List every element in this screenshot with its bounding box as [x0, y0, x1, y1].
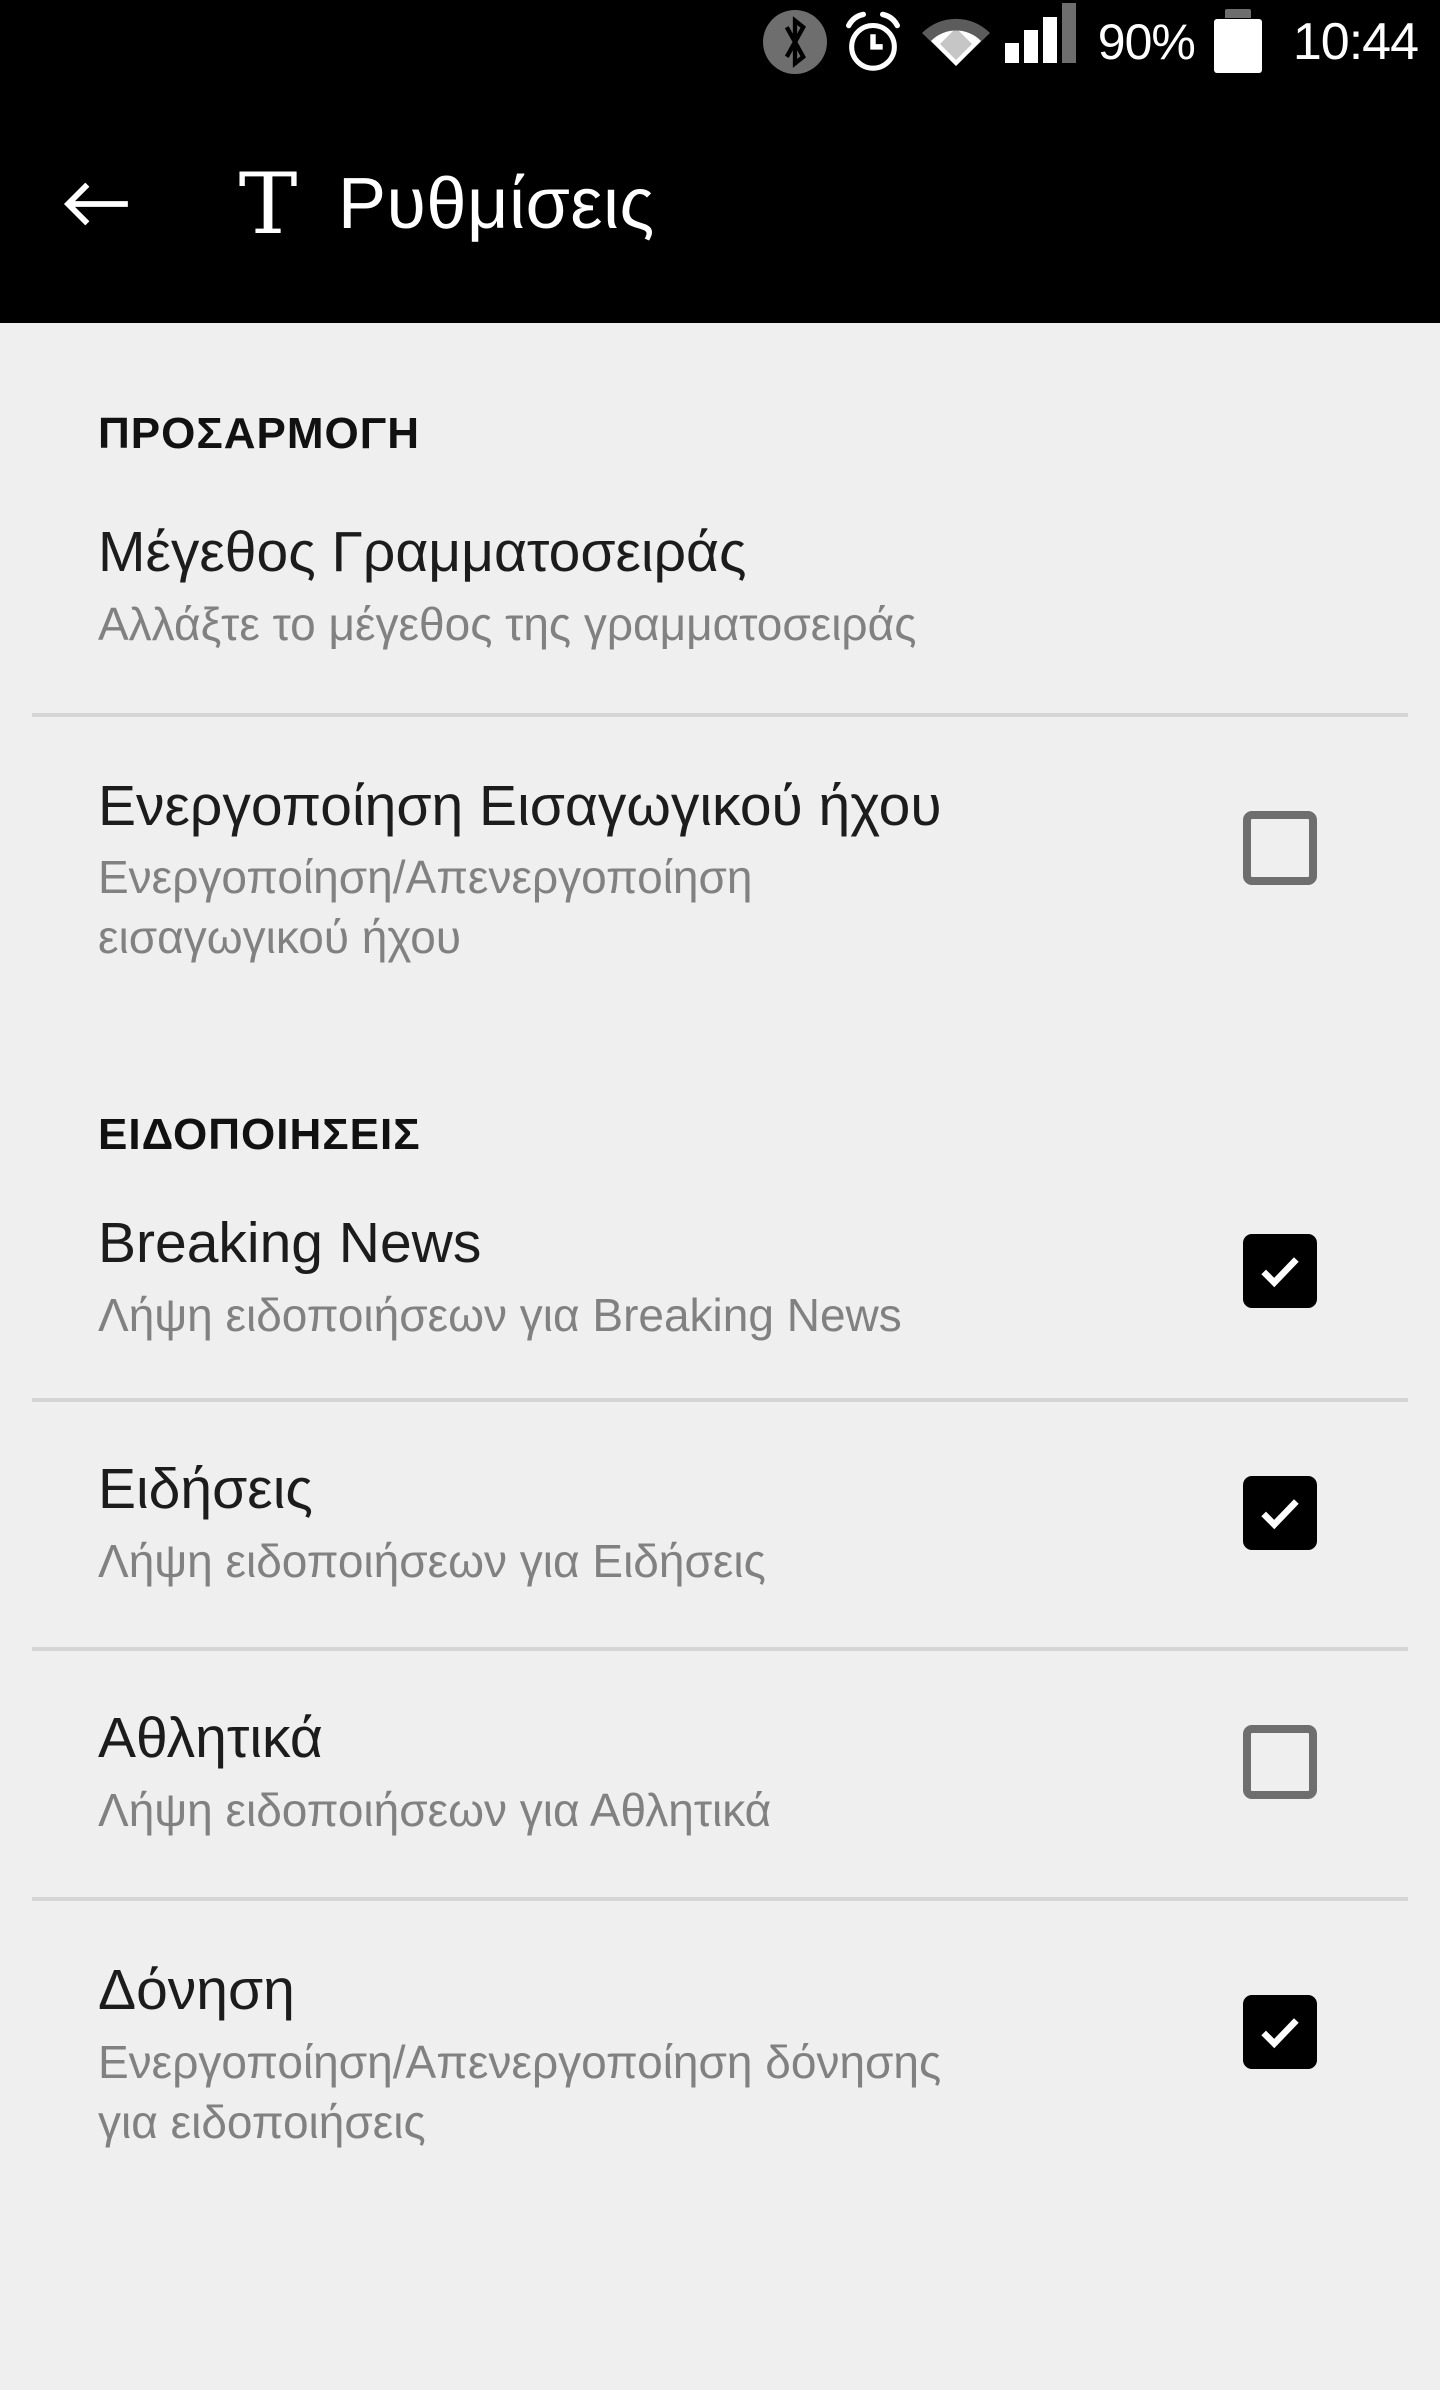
list-divider	[32, 712, 1408, 717]
battery-icon	[1205, 5, 1271, 79]
checkbox-slot	[1180, 1212, 1380, 1309]
battery-percent-label: 90%	[1097, 14, 1196, 70]
checkbox-slot	[1180, 775, 1380, 885]
checkbox-slot	[1180, 1959, 1380, 2069]
setting-subtitle: Αλλάξτε το μέγεθος της γραμματοσειράς	[98, 597, 917, 650]
app-logo: T	[238, 154, 298, 253]
status-bar-clock: 10:44	[1292, 13, 1419, 71]
checkbox-sports[interactable]	[1243, 1725, 1317, 1800]
setting-title: Μέγεθος Γραμματοσειράς	[98, 520, 747, 584]
setting-subtitle-line1: Ενεργοποίηση/Απενεργοποίηση δόνησης	[98, 2035, 942, 2088]
page-title: Ρυθμίσεις	[338, 163, 655, 244]
checkbox-slot	[1180, 1707, 1380, 1800]
status-bar: 90% 10:44	[0, 0, 1440, 84]
back-arrow-icon[interactable]	[54, 161, 140, 247]
checkbox-vibration[interactable]	[1243, 1994, 1317, 2069]
setting-subtitle: Λήψη ειδοποιήσεων για Ειδήσεις	[98, 1534, 766, 1587]
settings-list: ΠΡΟΣΑΡΜΟΓΗ Μέγεθος Γραμματοσειράς Αλλάξτ…	[0, 323, 1440, 2390]
checkbox-slot	[1180, 1458, 1380, 1550]
wifi-icon	[914, 5, 998, 79]
setting-subtitle-line2: για ειδοποιήσεις	[98, 2095, 426, 2148]
checkbox-news[interactable]	[1243, 1475, 1317, 1550]
section-header-notifications: ΕΙΔΟΠΟΙΗΣΕΙΣ	[98, 1110, 421, 1160]
setting-subtitle: Λήψη ειδοποιήσεων για Αθλητικά	[98, 1784, 772, 1837]
cellular-signal-icon	[998, 3, 1084, 79]
setting-row-news[interactable]: Ειδήσεις Λήψη ειδοποιήσεων για Ειδήσεις	[0, 1456, 1440, 1648]
list-divider	[32, 1896, 1408, 1901]
list-divider	[32, 1397, 1408, 1402]
section-header-customization: ΠΡΟΣΑΡΜΟΓΗ	[98, 409, 420, 458]
checkbox-breaking-news[interactable]	[1243, 1234, 1317, 1309]
app-bar: T Ρυθμίσεις	[0, 84, 1440, 323]
setting-row-sports[interactable]: Αθλητικά Λήψη ειδοποιήσεων για Αθλητικά	[0, 1706, 1440, 1897]
bluetooth-icon	[758, 5, 832, 79]
setting-row-vibration[interactable]: Δόνηση Ενεργοποίηση/Απενεργοποίηση δόνησ…	[0, 1957, 1440, 2152]
setting-title: Ειδήσεις	[98, 1456, 313, 1521]
setting-row-intro-sound[interactable]: Ενεργοποίηση Εισαγωγικού ήχου Ενεργοποίη…	[0, 773, 1440, 1024]
setting-row-font-size[interactable]: Μέγεθος Γραμματοσειράς Αλλάξτε το μέγεθο…	[0, 520, 1440, 713]
setting-row-breaking-news[interactable]: Breaking News Λήψη ειδοποιήσεων για Brea…	[0, 1211, 1440, 1398]
alarm-clock-icon	[832, 5, 914, 79]
checkbox-intro-sound[interactable]	[1243, 810, 1317, 885]
setting-title: Δόνηση	[98, 1957, 295, 2022]
setting-subtitle: Λήψη ειδοποιήσεων για Breaking News	[98, 1288, 902, 1341]
setting-subtitle-line1: Ενεργοποίηση/Απενεργοποίηση	[98, 851, 753, 904]
setting-subtitle-line2: εισαγωγικού ήχου	[98, 911, 462, 964]
setting-title: Ενεργοποίηση Εισαγωγικού ήχου	[98, 773, 942, 838]
setting-title: Breaking News	[98, 1211, 482, 1276]
list-divider	[32, 1647, 1408, 1652]
setting-title: Αθλητικά	[98, 1706, 323, 1771]
